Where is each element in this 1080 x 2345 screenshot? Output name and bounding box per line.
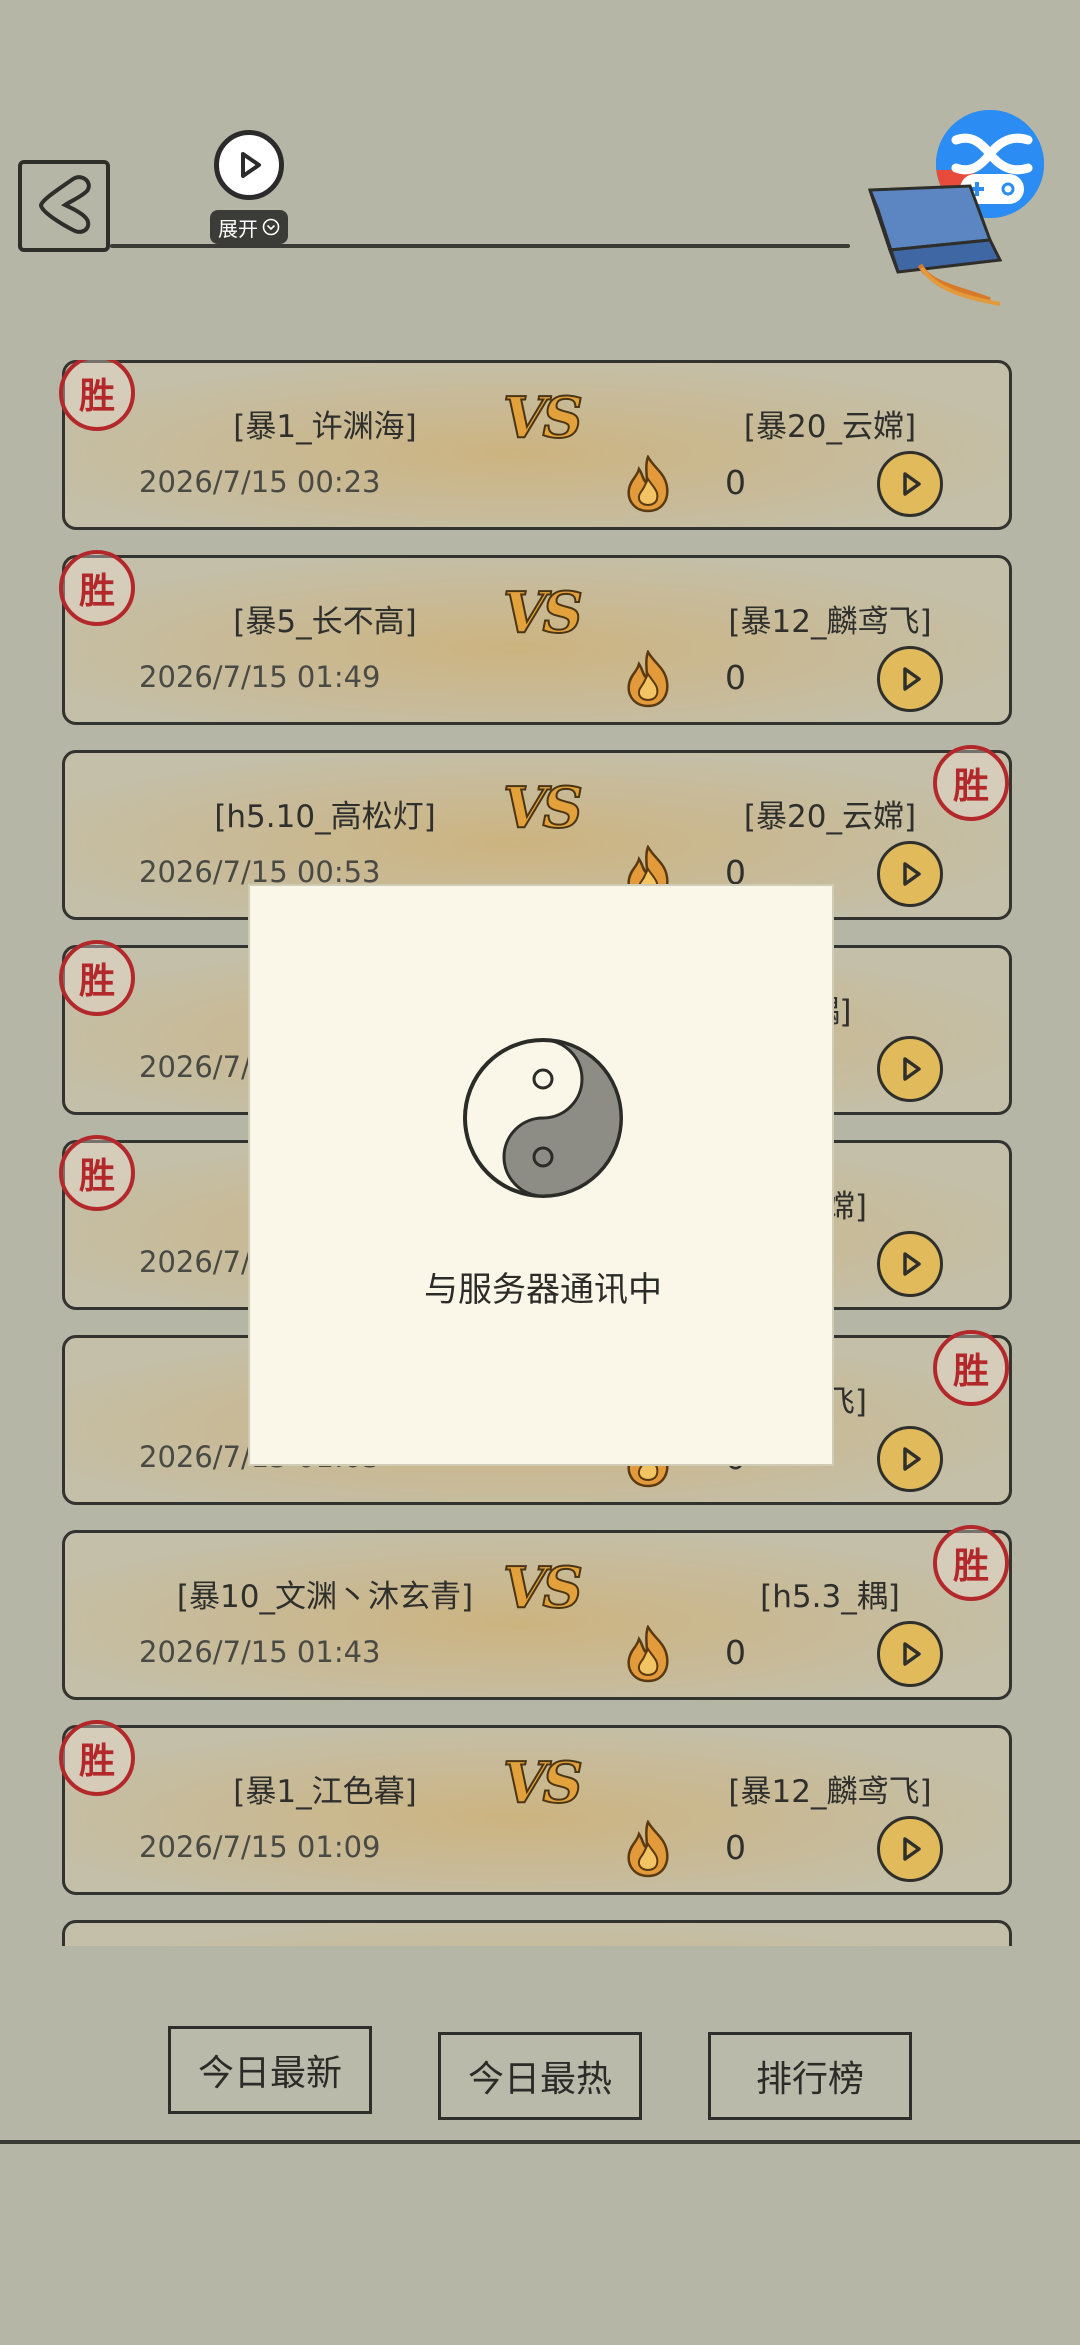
play-icon	[903, 1252, 921, 1276]
header-divider	[110, 244, 850, 248]
floating-play-button[interactable]	[214, 130, 284, 200]
win-stamp: 胜	[59, 940, 135, 1016]
loading-message: 与服务器通讯中	[424, 1270, 662, 1310]
replay-button[interactable]	[877, 1231, 943, 1297]
chevron-down-icon	[262, 218, 280, 236]
back-arrow-icon	[38, 175, 91, 234]
fire-icon	[627, 1625, 669, 1683]
play-icon	[903, 1057, 921, 1081]
replay-button[interactable]	[877, 841, 943, 907]
left-player-name: [暴1_许渊海]	[233, 409, 417, 445]
right-player-name: [暴20_云嫦]	[743, 409, 917, 445]
right-player-name: [暴20_云嫦]	[743, 799, 917, 835]
left-player-name: [暴5_长不高]	[233, 604, 417, 640]
replay-button[interactable]	[877, 451, 943, 517]
left-player-name: [暴10_文渊丶沐玄青]	[176, 1579, 474, 1615]
match-date: 2026/7/15 00:23	[139, 465, 381, 499]
heat-count: 0	[725, 1633, 746, 1672]
left-player-name: [h5.10_高松灯]	[214, 799, 436, 835]
win-stamp: 胜	[59, 550, 135, 626]
play-icon	[903, 472, 921, 496]
fire-icon	[627, 1820, 669, 1878]
play-icon	[903, 1447, 921, 1471]
right-player-name: [h5.3_耦]	[760, 1579, 900, 1615]
match-card[interactable]: 胜 [暴1_江色暮] VS [暴12_麟鸢飞] 2026/7/15 01:09 0	[59, 1720, 1012, 1895]
match-card[interactable]: 胜 [暴10_文渊丶沐玄青] VS [h5.3_耦] 2026/7/15 01:43 0	[62, 1525, 1012, 1700]
play-icon	[903, 667, 921, 691]
top-bar: 展开	[0, 0, 1080, 306]
left-player-name: [暴1_江色暮]	[233, 1774, 417, 1810]
win-stamp: 胜	[59, 1720, 135, 1796]
match-card[interactable]: 胜 [暴5_长不高] VS [暴12_麟鸢飞] 2026/7/15 01:49 0	[59, 550, 1012, 725]
match-card-partial[interactable]	[62, 1920, 1012, 1946]
play-icon	[241, 152, 261, 178]
vs-label: VS	[502, 1749, 584, 1817]
match-date: 2026/7/	[139, 1245, 251, 1279]
play-icon	[903, 1642, 921, 1666]
book-icon[interactable]	[850, 180, 1020, 310]
fire-icon	[627, 650, 669, 708]
yin-yang-icon	[463, 1038, 623, 1198]
match-card[interactable]: 胜 [暴1_许渊海] VS [暴20_云嫦] 2026/7/15 00:23 0	[59, 360, 1012, 530]
play-icon	[903, 1837, 921, 1861]
play-icon	[903, 862, 921, 886]
back-button[interactable]	[18, 160, 110, 252]
replay-button[interactable]	[877, 1816, 943, 1882]
replay-button[interactable]	[877, 646, 943, 712]
vs-label: VS	[502, 774, 584, 842]
match-date: 2026/7/15 01:09	[139, 1830, 381, 1864]
heat-count: 0	[725, 463, 746, 502]
match-date: 2026/7/15 01:49	[139, 660, 381, 694]
right-player-name: [暴12_麟鸢飞]	[728, 604, 932, 640]
footer-divider	[0, 2140, 1080, 2144]
win-stamp: 胜	[59, 1135, 135, 1211]
loading-dialog: 与服务器通讯中	[248, 884, 834, 1466]
vs-label: VS	[502, 1554, 584, 1622]
fire-icon	[627, 455, 669, 513]
win-stamp: 胜	[59, 360, 135, 431]
heat-count: 0	[725, 658, 746, 697]
tab-today-latest[interactable]: 今日最新	[168, 2026, 372, 2114]
replay-button[interactable]	[877, 1036, 943, 1102]
right-player-name: [暴12_麟鸢飞]	[728, 1774, 932, 1810]
expand-label: 展开	[218, 216, 258, 241]
match-date: 2026/7/	[139, 1050, 251, 1084]
tab-leaderboard[interactable]: 排行榜	[708, 2032, 912, 2120]
replay-button[interactable]	[877, 1621, 943, 1687]
match-date: 2026/7/15 01:43	[139, 1635, 381, 1669]
vs-label: VS	[502, 579, 584, 647]
expand-button[interactable]: 展开	[210, 210, 288, 244]
tab-today-hottest[interactable]: 今日最热	[438, 2032, 642, 2120]
replay-button[interactable]	[877, 1426, 943, 1492]
bottom-tab-bar: 今日最新 今日最热 排行榜	[0, 2020, 1080, 2140]
heat-count: 0	[725, 1828, 746, 1867]
vs-label: VS	[502, 384, 584, 452]
